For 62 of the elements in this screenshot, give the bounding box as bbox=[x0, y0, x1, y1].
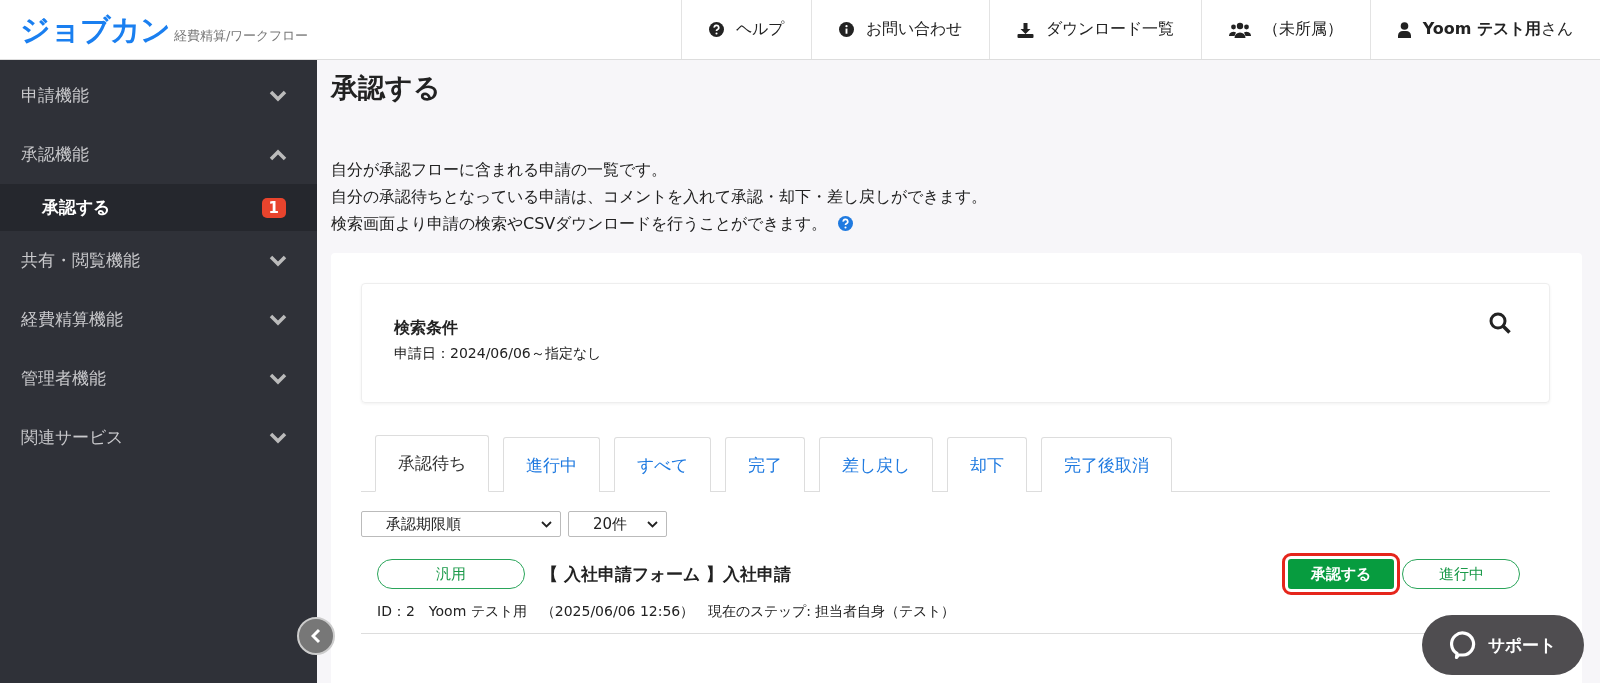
sidebar-label: 経費精算機能 bbox=[21, 308, 123, 331]
search-title: 検索条件 bbox=[394, 318, 459, 339]
request-meta: ID：2 bbox=[377, 603, 415, 621]
request-meta: Yoom テスト用 bbox=[428, 603, 527, 621]
chevron-down-icon bbox=[647, 520, 658, 528]
sidebar-item[interactable]: 経費精算機能 bbox=[0, 290, 317, 349]
sort-select[interactable]: 承認期限順 bbox=[361, 511, 561, 537]
tab[interactable]: 完了後取消 bbox=[1041, 437, 1172, 492]
sidebar-label: 共有・閲覧機能 bbox=[21, 249, 140, 272]
chevron-up-icon bbox=[269, 148, 287, 161]
sidebar-label: 申請機能 bbox=[21, 84, 89, 107]
chevron-left-icon bbox=[311, 628, 321, 644]
help-icon bbox=[708, 22, 724, 37]
chat-bubble-icon bbox=[1450, 631, 1476, 659]
sidebar-item[interactable]: 管理者機能 bbox=[0, 349, 317, 408]
sidebar-item[interactable]: 申請機能 bbox=[0, 66, 317, 125]
collapse-button[interactable] bbox=[297, 617, 335, 655]
sidebar-label: 管理者機能 bbox=[21, 367, 106, 390]
support-button[interactable]: サポート bbox=[1422, 615, 1584, 675]
chevron-down-icon bbox=[269, 89, 287, 102]
sidebar-label: 関連サービス bbox=[21, 426, 123, 449]
tab[interactable]: 承認待ち bbox=[375, 435, 489, 492]
chevron-down-icon bbox=[269, 431, 287, 444]
tab[interactable]: 却下 bbox=[947, 437, 1027, 492]
tab[interactable]: 差し戻し bbox=[819, 437, 933, 492]
sidebar-label: 承認機能 bbox=[21, 143, 89, 166]
product-name: 経費精算/ワークフロー bbox=[174, 27, 309, 45]
download-icon bbox=[1016, 21, 1034, 38]
per-page-select[interactable]: 20件 bbox=[568, 511, 667, 537]
page-title: 承認する bbox=[331, 71, 442, 105]
chevron-down-icon bbox=[269, 313, 287, 326]
group-icon bbox=[1228, 21, 1251, 38]
request-meta: 現在のステップ: 担当者自身（テスト） bbox=[708, 603, 956, 621]
header-link[interactable]: ヘルプ bbox=[680, 0, 811, 59]
request-title[interactable]: 【 入社申請フォーム 】入社申請 bbox=[541, 562, 1288, 586]
tab[interactable]: すべて bbox=[614, 437, 711, 492]
chevron-down-icon bbox=[269, 254, 287, 267]
sidebar-item[interactable]: 関連サービス bbox=[0, 408, 317, 467]
header-link[interactable]: Yoom テスト用さん bbox=[1369, 0, 1600, 59]
header-link[interactable]: ダウンロード一覧 bbox=[988, 0, 1201, 59]
chevron-down-icon bbox=[269, 372, 287, 385]
description-text: 検索画面より申請の検索やCSVダウンロードを行うことができます。 bbox=[331, 210, 1582, 237]
header-link[interactable]: （未所属） bbox=[1200, 0, 1370, 59]
sidebar-item[interactable]: 承認機能 bbox=[0, 125, 317, 184]
logo[interactable]: ジョブカン bbox=[20, 15, 170, 45]
user-icon bbox=[1397, 21, 1411, 38]
sidebar-item[interactable]: 共有・閲覧機能 bbox=[0, 231, 317, 290]
tab[interactable]: 完了 bbox=[725, 437, 805, 492]
sidebar-subitem[interactable]: 承認する 1 bbox=[0, 184, 317, 231]
header-link[interactable]: お問い合わせ bbox=[810, 0, 989, 59]
search-icon[interactable] bbox=[1489, 312, 1511, 334]
info-icon bbox=[838, 22, 854, 37]
help-icon[interactable] bbox=[838, 216, 854, 231]
count-badge: 1 bbox=[261, 197, 286, 218]
status-button[interactable]: 進行中 bbox=[1402, 559, 1520, 589]
request-meta: （2025/06/06 12:56） bbox=[540, 603, 695, 621]
sidebar-label: 承認する bbox=[42, 196, 110, 219]
search-condition: 申請日：2024/06/06～指定なし bbox=[394, 345, 601, 363]
description-text: 自分が承認フローに含まれる申請の一覧です。 bbox=[331, 159, 668, 181]
tab[interactable]: 進行中 bbox=[503, 437, 600, 492]
description-text: 自分の承認待ちとなっている申請は、コメントを入れて承認・却下・差し戻しができます。 bbox=[331, 186, 988, 208]
chevron-down-icon bbox=[541, 520, 552, 528]
